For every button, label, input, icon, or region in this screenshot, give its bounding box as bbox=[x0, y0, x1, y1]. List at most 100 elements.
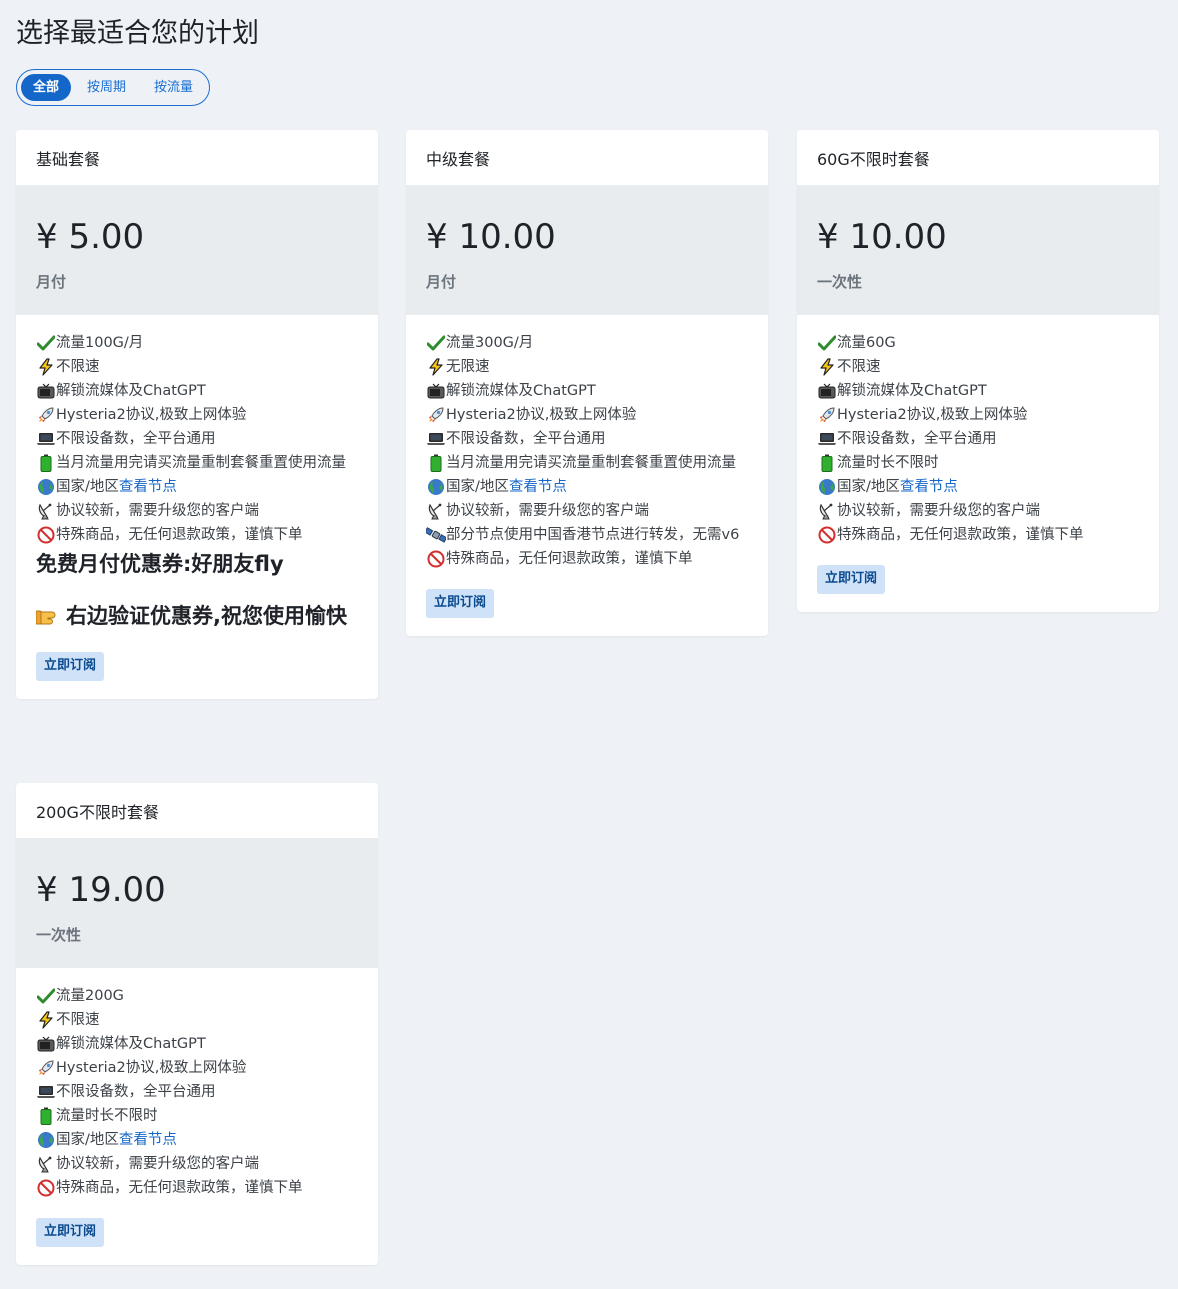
feature-item: Hysteria2协议,极致上网体验 bbox=[36, 403, 358, 427]
promo-code-text: 免费月付优惠券:好朋友fly bbox=[36, 552, 284, 576]
laptop-icon bbox=[36, 1080, 56, 1104]
promo-hint-label: 右边验证优惠券,祝您使用愉快 bbox=[66, 604, 347, 628]
plan-price: ¥ 10.00 bbox=[426, 217, 556, 257]
plan-name: 中级套餐 bbox=[426, 149, 491, 169]
feature-item: 部分节点使用中国香港节点进行转发，无需v6 bbox=[426, 523, 748, 547]
subscribe-button[interactable]: 立即订阅 bbox=[36, 1218, 105, 1247]
check-icon bbox=[36, 984, 56, 1008]
tab-all[interactable]: 全部 bbox=[21, 74, 72, 101]
feature-list: 流量100G/月 不限速 解锁流媒体及ChatGPT Hysteria2协议,极致上网… bbox=[16, 315, 378, 547]
no-entry-icon bbox=[36, 523, 56, 547]
feature-text: Hysteria2协议,极致上网体验 bbox=[56, 1060, 247, 1076]
tv-icon bbox=[817, 379, 837, 403]
feature-text: 流量300G/月 bbox=[446, 335, 534, 351]
view-nodes-link[interactable]: 查看节点 bbox=[119, 1132, 177, 1148]
feature-text: 不限速 bbox=[837, 359, 881, 375]
tv-icon bbox=[426, 379, 446, 403]
feature-item: 解锁流媒体及ChatGPT bbox=[817, 379, 1139, 403]
check-icon bbox=[36, 331, 56, 355]
feature-item: 不限速 bbox=[36, 355, 358, 379]
satellite-icon bbox=[426, 523, 446, 547]
laptop-icon bbox=[817, 427, 837, 451]
feature-item: 不限速 bbox=[817, 355, 1139, 379]
page-title: 选择最适合您的计划 bbox=[16, 18, 259, 49]
feature-item: Hysteria2协议,极致上网体验 bbox=[36, 1056, 358, 1080]
satellite-dish-icon bbox=[36, 1152, 56, 1176]
feature-item: 流量时长不限时 bbox=[36, 1104, 358, 1128]
feature-item: 流量300G/月 bbox=[426, 331, 748, 355]
feature-text: 协议较新，需要升级您的客户端 bbox=[446, 503, 649, 519]
feature-item: 国家/地区查看节点 bbox=[36, 1128, 358, 1152]
feature-text: 国家/地区 bbox=[56, 479, 119, 495]
view-nodes-link[interactable]: 查看节点 bbox=[509, 479, 567, 495]
plan-period: 月付 bbox=[426, 273, 457, 291]
feature-text: 特殊商品，无任何退款政策，谨慎下单 bbox=[56, 1180, 303, 1196]
plan-name: 基础套餐 bbox=[36, 149, 101, 169]
feature-item: 解锁流媒体及ChatGPT bbox=[36, 379, 358, 403]
feature-text: 协议较新，需要升级您的客户端 bbox=[56, 1156, 259, 1172]
check-icon bbox=[817, 331, 837, 355]
feature-item: 协议较新，需要升级您的客户端 bbox=[426, 499, 748, 523]
battery-icon bbox=[36, 1104, 56, 1128]
subscribe-button[interactable]: 立即订阅 bbox=[426, 589, 495, 618]
feature-text: 流量200G bbox=[56, 988, 124, 1004]
feature-item: 国家/地区查看节点 bbox=[426, 475, 748, 499]
plan-card-intermediate: 中级套餐 ¥ 10.00 月付 流量300G/月 无限速解锁流媒体及ChatGPT… bbox=[406, 130, 768, 636]
feature-text: 不限设备数，全平台通用 bbox=[446, 431, 606, 447]
plan-filter-tabs: 全部 按周期 按流量 bbox=[16, 69, 210, 106]
feature-text: Hysteria2协议,极致上网体验 bbox=[446, 407, 637, 423]
feature-text: 不限设备数，全平台通用 bbox=[56, 1084, 216, 1100]
tab-by-period[interactable]: 按周期 bbox=[75, 74, 138, 101]
feature-item: 当月流量用完请买流量重制套餐重置使用流量 bbox=[36, 451, 358, 475]
feature-text: 协议较新，需要升级您的客户端 bbox=[837, 503, 1040, 519]
feature-list: 流量300G/月 无限速解锁流媒体及ChatGPT Hysteria2协议,极致上网… bbox=[406, 315, 768, 571]
satellite-dish-icon bbox=[817, 499, 837, 523]
promo-hint-text: 右边验证优惠券,祝您使用愉快 bbox=[35, 601, 358, 634]
feature-item: Hysteria2协议,极致上网体验 bbox=[426, 403, 748, 427]
feature-text: 国家/地区 bbox=[446, 479, 509, 495]
feature-text: 解锁流媒体及ChatGPT bbox=[56, 383, 206, 399]
subscribe-button[interactable]: 立即订阅 bbox=[36, 652, 105, 681]
feature-text: 解锁流媒体及ChatGPT bbox=[56, 1036, 206, 1052]
feature-text: 解锁流媒体及ChatGPT bbox=[446, 383, 596, 399]
view-nodes-link[interactable]: 查看节点 bbox=[119, 479, 177, 495]
view-nodes-link[interactable]: 查看节点 bbox=[900, 479, 958, 495]
plan-card-60g: 60G不限时套餐 ¥ 10.00 一次性 流量60G 不限速 解锁流媒体及ChatG… bbox=[797, 130, 1159, 612]
plan-name: 200G不限时套餐 bbox=[36, 802, 159, 822]
globe-icon bbox=[36, 1128, 56, 1152]
feature-item: Hysteria2协议,极致上网体验 bbox=[817, 403, 1139, 427]
feature-item: 解锁流媒体及ChatGPT bbox=[36, 1032, 358, 1056]
feature-item: 协议较新，需要升级您的客户端 bbox=[817, 499, 1139, 523]
subscribe-button[interactable]: 立即订阅 bbox=[817, 565, 886, 594]
feature-text: 国家/地区 bbox=[56, 1132, 119, 1148]
battery-icon bbox=[817, 451, 837, 475]
feature-text: 无限速 bbox=[446, 359, 490, 375]
tab-by-traffic[interactable]: 按流量 bbox=[142, 74, 205, 101]
feature-text: 流量时长不限时 bbox=[56, 1108, 158, 1124]
feature-text: 流量60G bbox=[837, 335, 896, 351]
feature-text: 不限速 bbox=[56, 359, 100, 375]
feature-text: 协议较新，需要升级您的客户端 bbox=[56, 503, 259, 519]
pointing-hand-icon bbox=[35, 604, 66, 634]
globe-icon bbox=[817, 475, 837, 499]
feature-item: 特殊商品，无任何退款政策，谨慎下单 bbox=[36, 523, 358, 547]
globe-icon bbox=[426, 475, 446, 499]
feature-item: 特殊商品，无任何退款政策，谨慎下单 bbox=[817, 523, 1139, 547]
feature-item: 不限设备数，全平台通用 bbox=[36, 1080, 358, 1104]
feature-text: 解锁流媒体及ChatGPT bbox=[837, 383, 987, 399]
feature-item: 流量时长不限时 bbox=[817, 451, 1139, 475]
feature-item: 特殊商品，无任何退款政策，谨慎下单 bbox=[36, 1176, 358, 1200]
rocket-icon bbox=[36, 1056, 56, 1080]
globe-icon bbox=[36, 475, 56, 499]
lightning-icon bbox=[426, 355, 446, 379]
feature-item: 解锁流媒体及ChatGPT bbox=[426, 379, 748, 403]
feature-item: 无限速 bbox=[426, 355, 748, 379]
plan-price: ¥ 19.00 bbox=[36, 870, 166, 910]
feature-item: 国家/地区查看节点 bbox=[817, 475, 1139, 499]
price-block: ¥ 10.00 月付 bbox=[406, 185, 768, 315]
rocket-icon bbox=[426, 403, 446, 427]
feature-text: 国家/地区 bbox=[837, 479, 900, 495]
no-entry-icon bbox=[36, 1176, 56, 1200]
feature-item: 协议较新，需要升级您的客户端 bbox=[36, 499, 358, 523]
feature-item: 协议较新，需要升级您的客户端 bbox=[36, 1152, 358, 1176]
